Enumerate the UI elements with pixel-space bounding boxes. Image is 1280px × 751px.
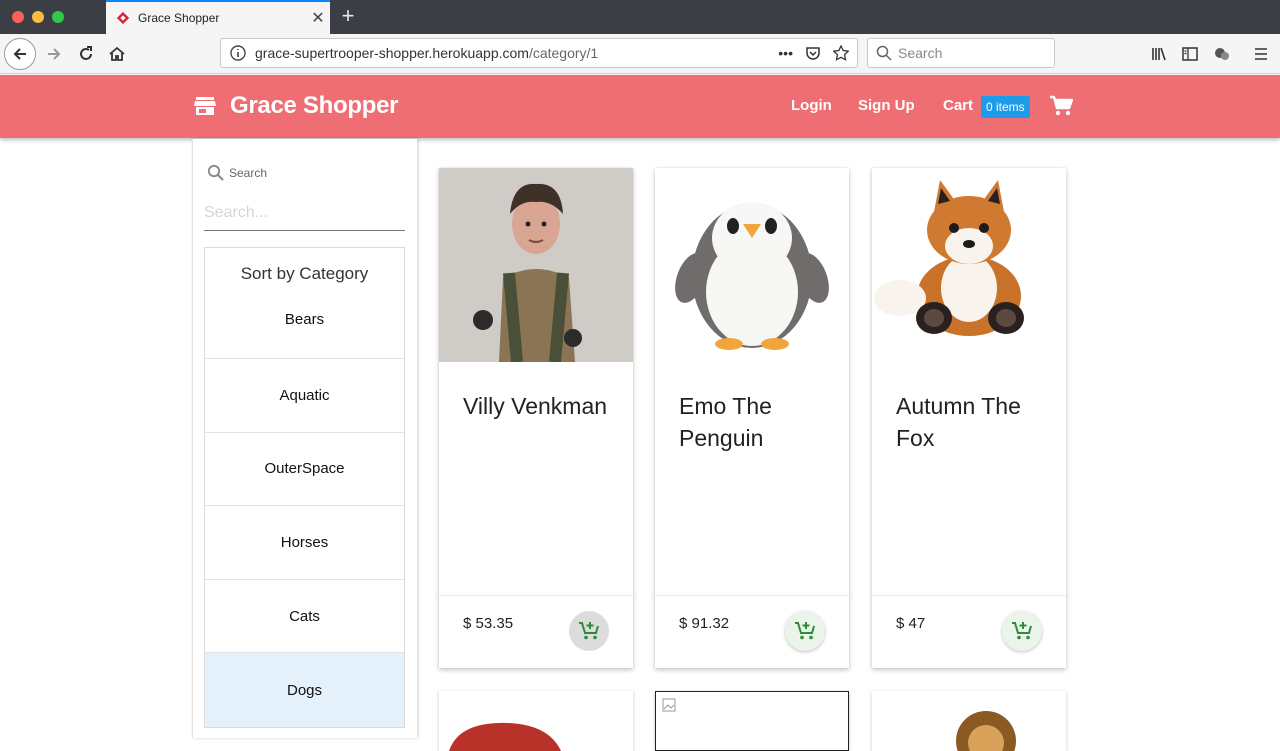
sidebar-icon [1182, 47, 1198, 61]
product-name[interactable]: Villy Venkman [463, 390, 613, 422]
card-divider [655, 595, 849, 596]
extension-button[interactable] [1208, 40, 1236, 68]
product-name[interactable]: Autumn The Fox [896, 390, 1046, 454]
product-card[interactable] [655, 691, 849, 751]
tab-title: Grace Shopper [138, 11, 220, 25]
add-to-cart-button[interactable] [1002, 611, 1042, 651]
address-bar[interactable]: grace-supertrooper-shopper.herokuapp.com… [220, 38, 858, 68]
fox-plush-image [872, 168, 1066, 362]
product-image[interactable] [655, 168, 849, 362]
card-divider [872, 595, 1066, 596]
product-name[interactable]: Emo The Penguin [679, 390, 829, 454]
add-to-cart-button[interactable] [569, 611, 609, 651]
category-item-horses[interactable]: Horses [205, 506, 404, 580]
product-card[interactable]: Autumn The Fox $ 47 [872, 168, 1066, 668]
brand[interactable]: Grace Shopper [194, 92, 398, 120]
arrow-right-icon [48, 48, 61, 60]
product-search-input[interactable] [204, 195, 405, 231]
category-item-aquatic[interactable]: Aquatic [205, 359, 404, 433]
category-heading: Sort by Category [240, 264, 369, 283]
info-icon[interactable] [229, 44, 247, 62]
category-panel: Sort by Category Bears Aquatic OuterSpac… [204, 247, 405, 728]
reload-icon [80, 46, 92, 60]
product-image[interactable] [439, 168, 633, 362]
bookmark-star-icon[interactable] [833, 45, 849, 61]
menu-button[interactable] [1247, 40, 1275, 68]
category-item-outerspace[interactable]: OuterSpace [205, 432, 404, 507]
home-icon [109, 46, 125, 61]
minimize-window-button[interactable] [32, 11, 44, 23]
product-image [956, 711, 1016, 751]
product-price: $ 47 [896, 615, 926, 632]
library-icon [1152, 47, 1166, 61]
product-card[interactable]: Emo The Penguin $ 91.32 [655, 168, 849, 668]
category-item-cats[interactable]: Cats [205, 579, 404, 654]
close-tab-icon[interactable]: ✕ [306, 8, 330, 28]
sidebar-toggle-button[interactable] [1176, 40, 1204, 68]
browser-search-placeholder: Search [898, 45, 943, 61]
card-divider [439, 595, 633, 596]
filter-sidebar: Search Sort by Category Bears Aquatic Ou… [192, 139, 417, 738]
login-link[interactable]: Login [791, 97, 832, 114]
home-button[interactable] [101, 38, 133, 70]
signup-link[interactable]: Sign Up [858, 97, 915, 114]
search-label: Search [207, 164, 267, 182]
arrow-left-icon [13, 48, 26, 60]
shopping-cart-icon[interactable] [1049, 95, 1073, 117]
app-header: Grace Shopper Login Sign Up Cart [0, 75, 1280, 138]
search-icon [876, 45, 892, 61]
more-actions-icon[interactable]: ••• [778, 45, 793, 61]
forward-button[interactable] [38, 38, 70, 70]
penguin-plush-image [655, 168, 849, 362]
broken-image-icon [662, 698, 676, 712]
product-image [449, 722, 561, 751]
crochet-doll-image [439, 168, 633, 362]
reload-button[interactable] [70, 38, 102, 70]
hamburger-menu-icon [1255, 48, 1267, 60]
category-item-bears[interactable]: Bears [205, 286, 404, 359]
add-shopping-cart-icon [795, 622, 815, 640]
browser-search-bar[interactable]: Search [867, 38, 1055, 68]
brand-title: Grace Shopper [230, 92, 399, 119]
product-card[interactable] [872, 691, 1066, 751]
product-card[interactable]: Villy Venkman $ 53.35 [439, 168, 633, 668]
add-to-cart-button[interactable] [785, 611, 825, 651]
new-tab-button[interactable]: + [336, 4, 360, 28]
product-price: $ 53.35 [463, 615, 514, 632]
add-shopping-cart-icon [1012, 622, 1032, 640]
cart-link[interactable]: Cart [943, 97, 973, 114]
category-item-dogs[interactable]: Dogs [205, 653, 404, 727]
browser-nav-bar: grace-supertrooper-shopper.herokuapp.com… [0, 34, 1280, 74]
pocket-icon[interactable] [805, 45, 821, 61]
url-text: grace-supertrooper-shopper.herokuapp.com… [255, 45, 599, 61]
add-shopping-cart-icon [579, 622, 599, 640]
extension-icon [1215, 48, 1229, 60]
store-icon [194, 97, 216, 115]
browser-tab[interactable]: Grace Shopper ✕ [106, 0, 330, 34]
product-image[interactable] [872, 168, 1066, 362]
close-window-button[interactable] [12, 11, 24, 23]
back-button[interactable] [4, 38, 36, 70]
product-price: $ 91.32 [679, 615, 730, 632]
maximize-window-button[interactable] [52, 11, 64, 23]
search-icon [207, 164, 224, 181]
cart-count-badge[interactable]: 0 items [981, 96, 1030, 118]
product-card[interactable] [439, 691, 633, 751]
library-button[interactable] [1145, 40, 1173, 68]
site-favicon-icon [116, 11, 130, 25]
browser-tab-bar: Grace Shopper ✕ + [0, 0, 1280, 34]
